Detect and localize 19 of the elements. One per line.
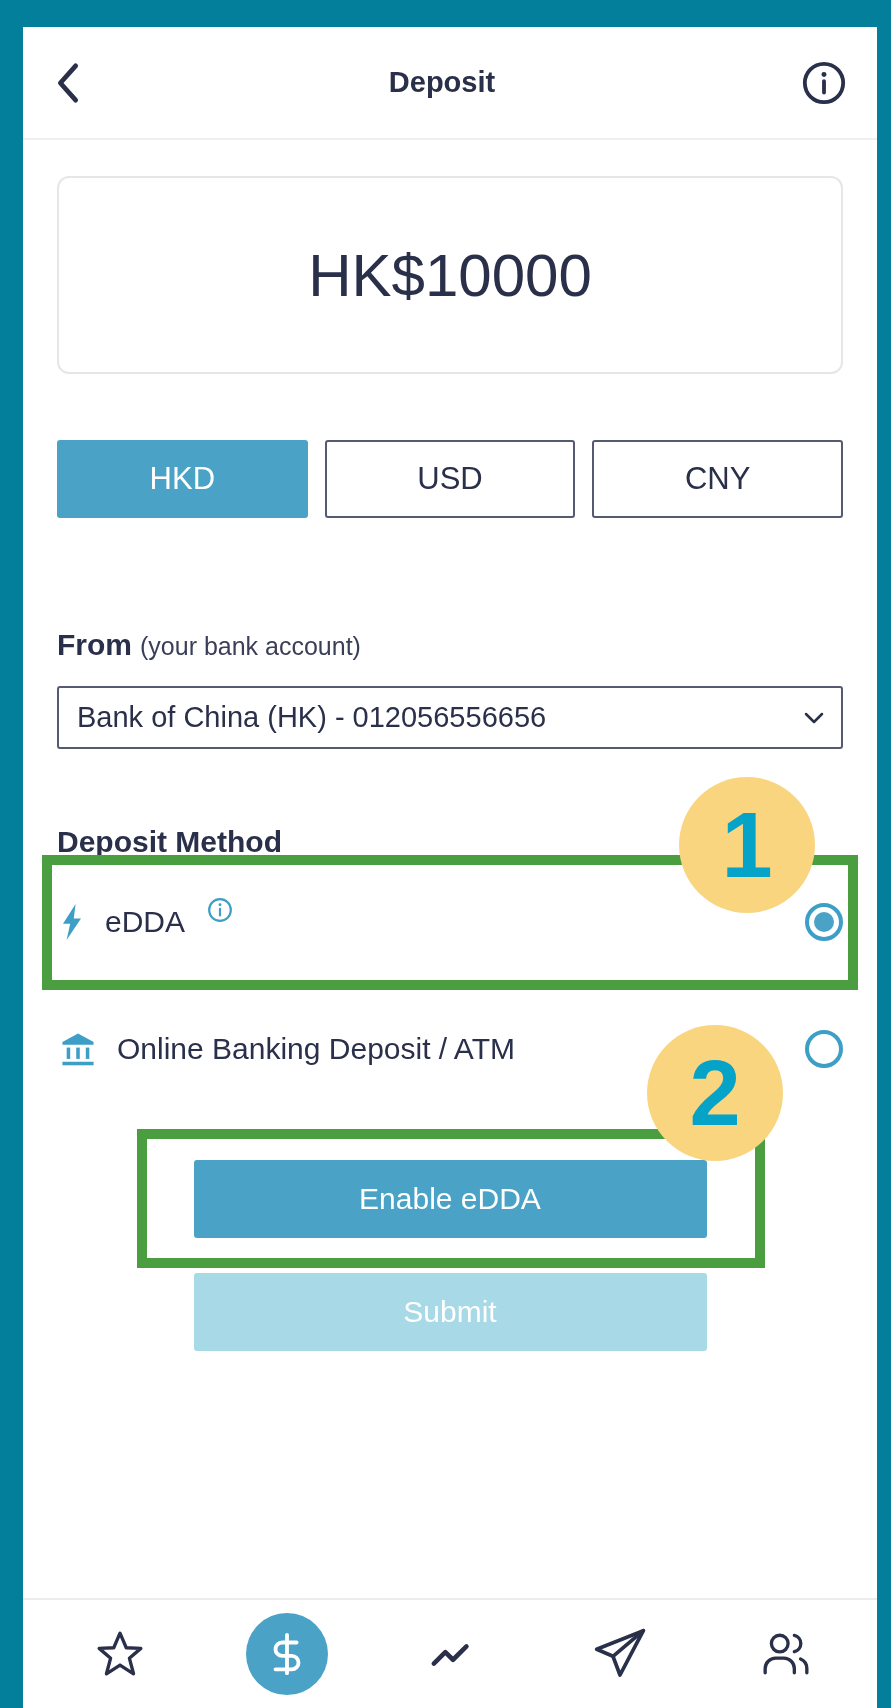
bank-account-dropdown[interactable]: Bank of China (HK) - 012056556656 (57, 686, 843, 749)
from-hint: (your bank account) (140, 632, 361, 661)
option-label: eDDA (105, 905, 186, 939)
radio-button[interactable] (805, 903, 843, 941)
section-label: Deposit Method (57, 825, 282, 858)
currency-tab[interactable]: CNY (592, 440, 843, 518)
amount-field[interactable]: HK$10000 (57, 176, 843, 374)
info-button[interactable] (801, 59, 847, 106)
currency-tab[interactable]: USD (324, 440, 576, 518)
bank-icon (61, 1032, 95, 1066)
from-label: From (57, 628, 132, 662)
step-number-badge: 2 (647, 1025, 783, 1161)
lightning-icon (61, 904, 83, 940)
chevron-down-icon (803, 710, 825, 725)
option-label: Online Banking Deposit / ATM (117, 1032, 515, 1066)
step-number-badge: 1 (679, 777, 815, 913)
dropdown-value: Bank of China (HK) - 012056556656 (77, 701, 547, 734)
radio-button[interactable] (805, 1030, 843, 1068)
page-title: Deposit (388, 66, 496, 99)
